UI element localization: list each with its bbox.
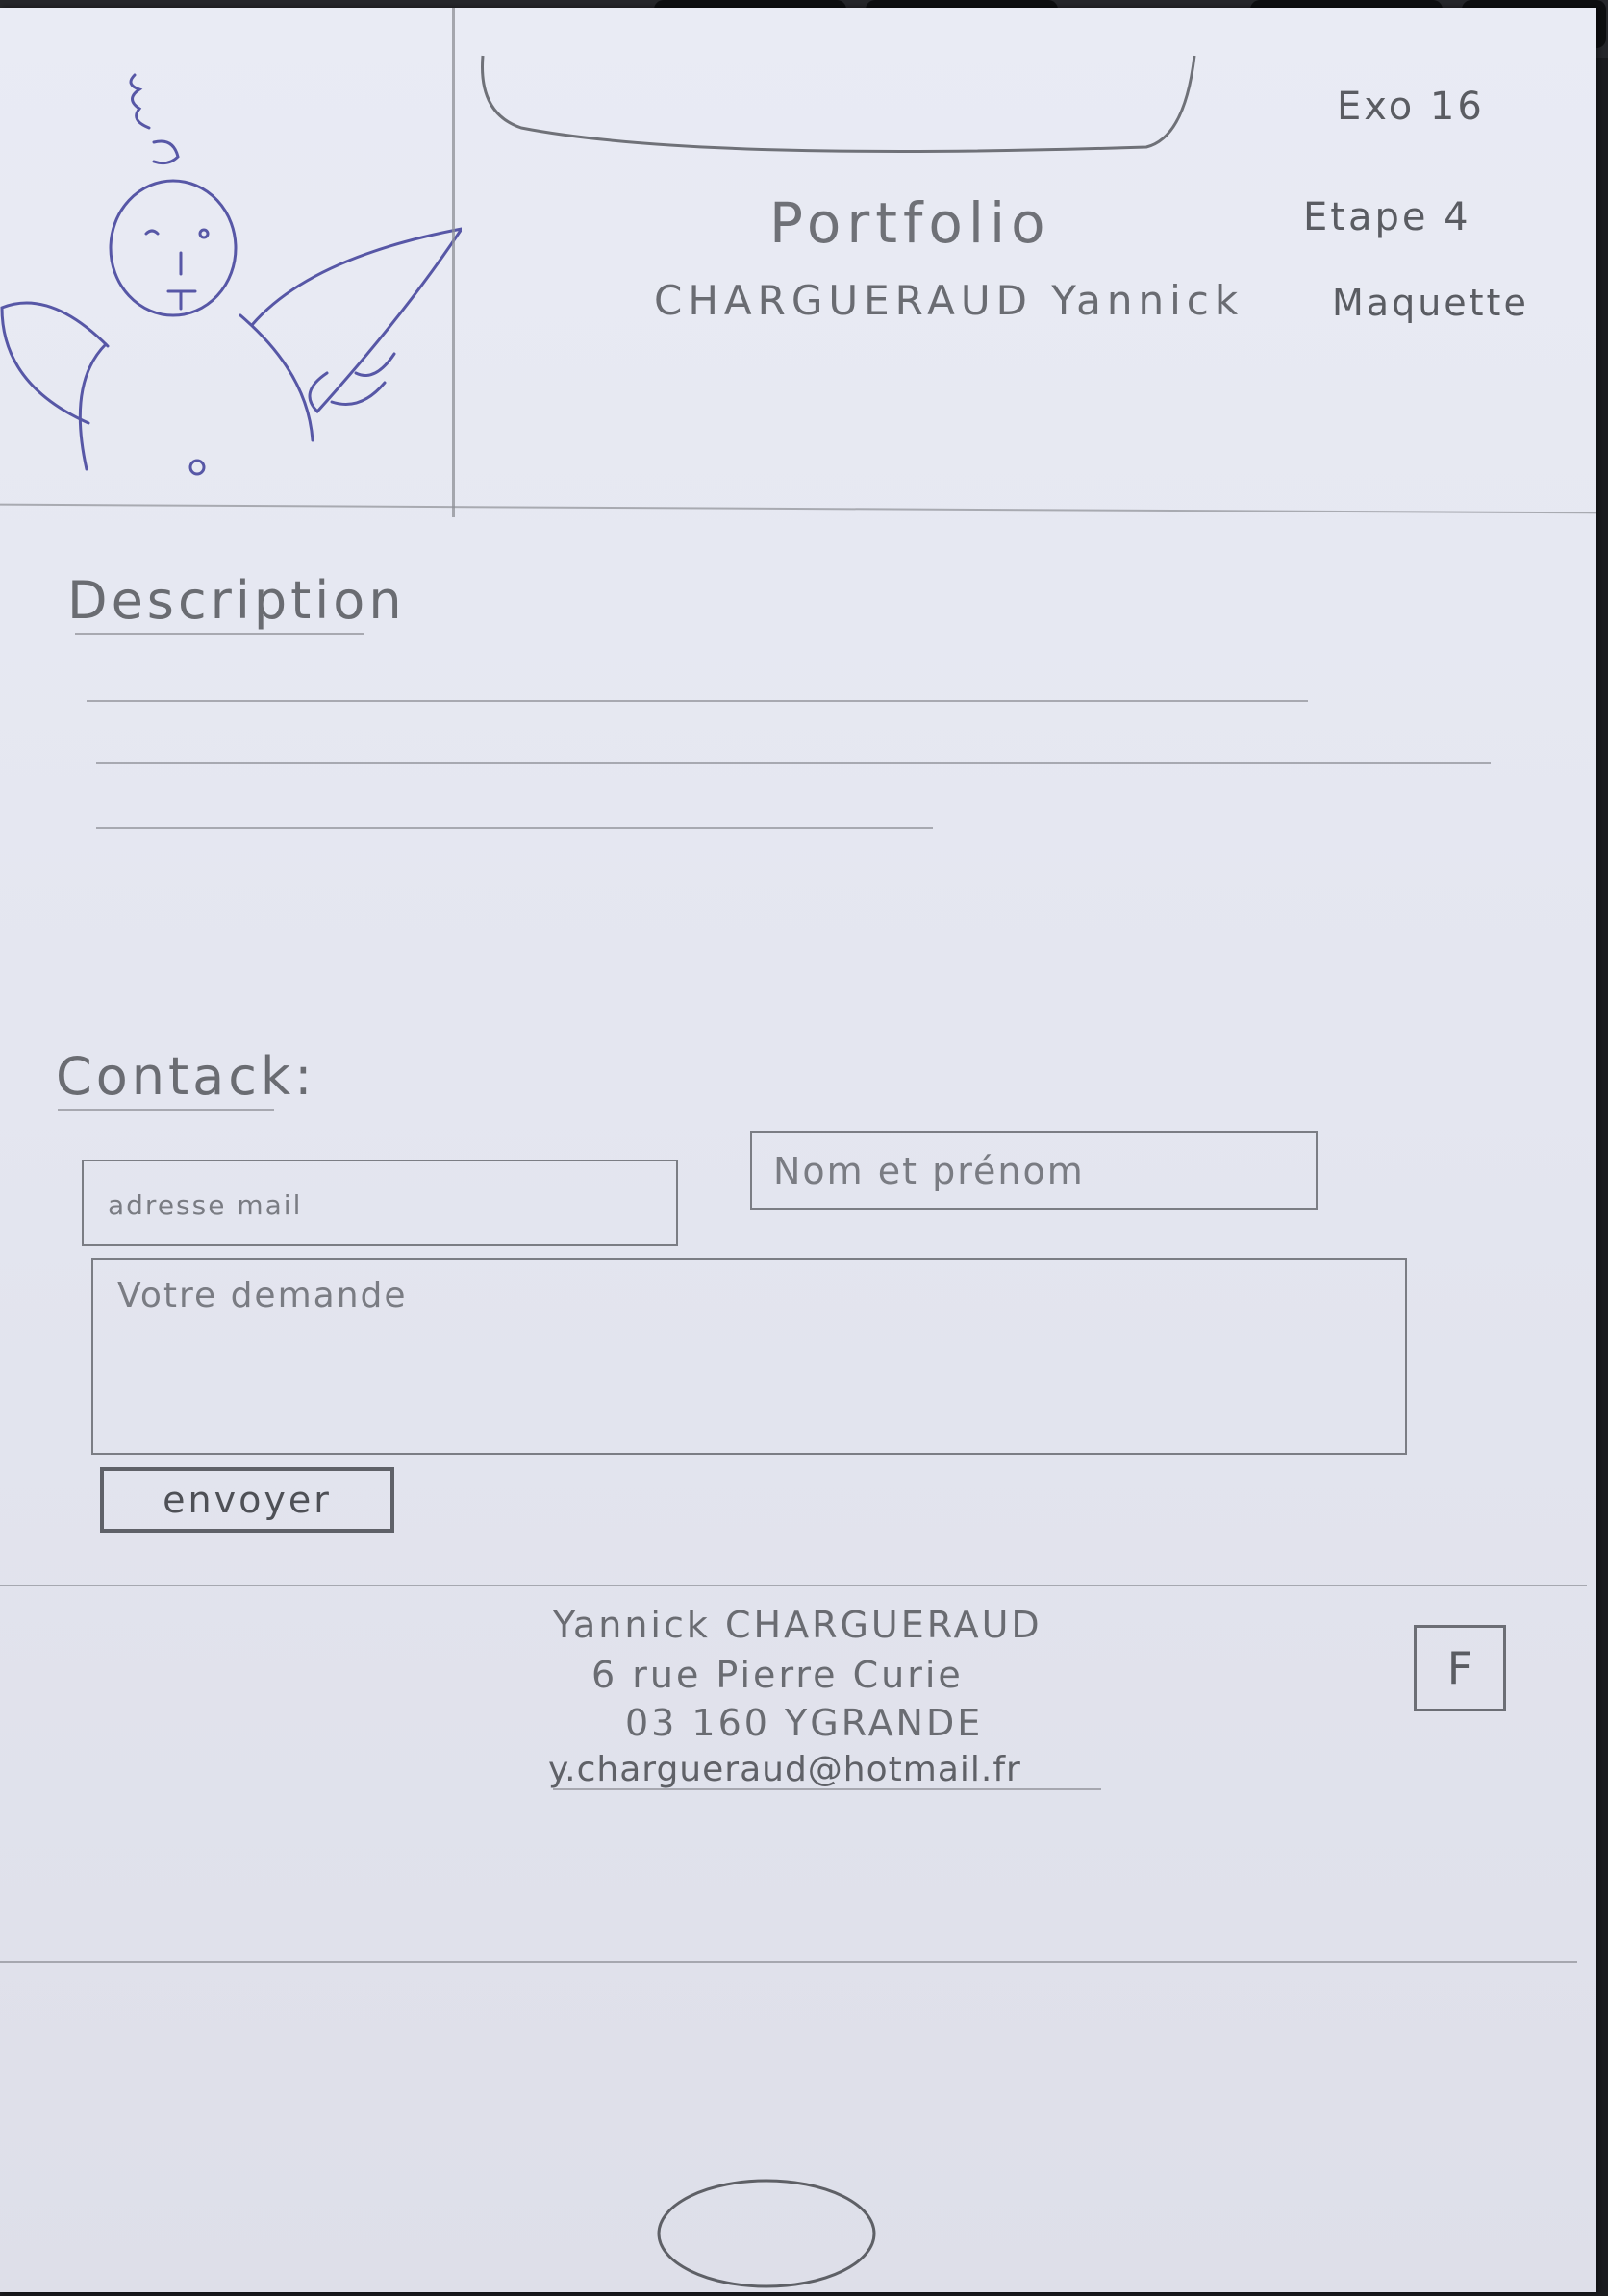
footer-email-link[interactable]: y.chargueraud@hotmail.fr — [548, 1750, 1021, 1789]
site-title: Portfolio — [769, 190, 1051, 256]
mockup-sheet: Portfolio CHARGUERAUD Yannick Exo 16 Eta… — [0, 8, 1596, 2292]
email-field[interactable] — [94, 1176, 679, 1234]
footer-city: 03 160 YGRANDE — [625, 1702, 984, 1744]
description-text-line — [96, 762, 1491, 764]
contact-heading-underline — [58, 1109, 274, 1111]
author-name: CHARGUERAUD Yannick — [654, 277, 1244, 324]
step-sublabel: Maquette — [1332, 282, 1529, 324]
facebook-button[interactable]: F — [1414, 1625, 1506, 1711]
stick-figure-angel-icon — [0, 73, 462, 476]
description-text-line — [87, 700, 1308, 702]
description-heading-underline — [75, 633, 364, 635]
banner-frame — [481, 55, 1196, 153]
name-field[interactable] — [760, 1142, 1325, 1200]
footer-email-underline — [553, 1788, 1101, 1790]
footer-street: 6 rue Pierre Curie — [591, 1654, 964, 1696]
description-text-line — [96, 827, 933, 829]
footer-name: Yannick CHARGUERAUD — [553, 1604, 1043, 1646]
header-divider-vertical — [452, 8, 455, 517]
header-divider — [0, 503, 1596, 514]
step-label: Etape 4 — [1303, 195, 1471, 239]
home-button-icon[interactable] — [646, 2171, 887, 2296]
exercise-label: Exo 16 — [1337, 85, 1485, 129]
contact-divider — [0, 1585, 1587, 1586]
description-heading: Description — [67, 570, 406, 631]
contact-heading: Contack: — [56, 1046, 316, 1107]
footer-bottom-line — [0, 1961, 1577, 1963]
message-field[interactable] — [104, 1272, 1410, 1439]
submit-button[interactable]: envoyer — [100, 1467, 394, 1533]
